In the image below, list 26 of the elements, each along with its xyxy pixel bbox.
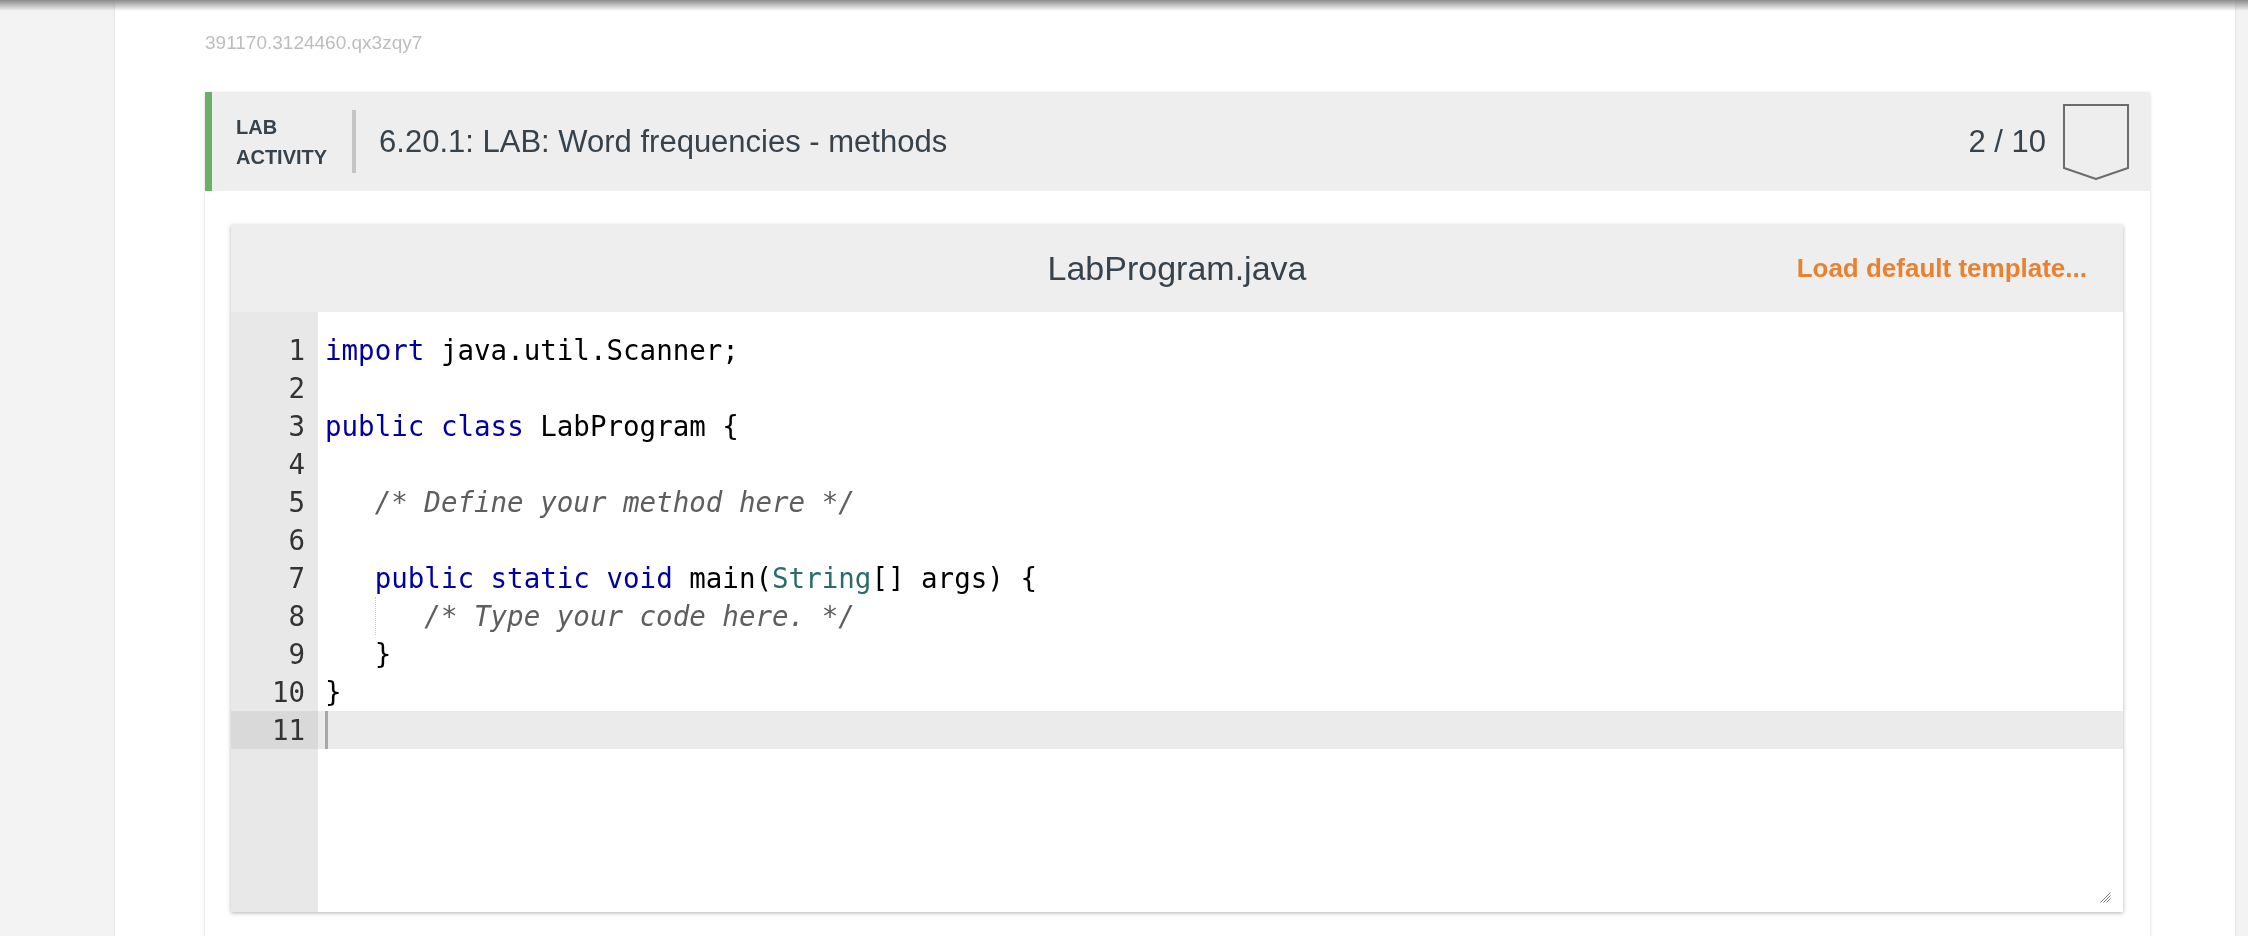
line-number: 10 (270, 675, 306, 710)
line-number: 9 (287, 637, 306, 672)
resize-handle-icon[interactable] (2100, 892, 2111, 903)
file-name: LabProgram.java (1047, 249, 1307, 288)
text-cursor (325, 711, 328, 749)
line-number: 3 (287, 409, 306, 444)
line-number: 11 (231, 711, 318, 749)
code-line: public class LabProgram { (325, 410, 739, 442)
line-number: 7 (287, 561, 306, 596)
line-number: 4 (287, 447, 306, 482)
activity-title: 6.20.1: LAB: Word frequencies - methods (379, 123, 949, 160)
line-number: 1 (287, 333, 306, 368)
activity-type-label: LAB ACTIVITY (236, 114, 328, 170)
code-line: } (374, 638, 392, 670)
score-text: 2 / 10 (1968, 123, 2046, 160)
line-number: 5 (287, 485, 306, 520)
code-line: import java.util.Scanner; (325, 334, 739, 366)
code-line: /* Define your method here */ (374, 486, 855, 518)
code-line: public static void main(String[] args) { (374, 562, 1037, 594)
line-number: 2 (287, 371, 306, 406)
code-line: } (325, 676, 342, 708)
line-number: 8 (287, 599, 306, 634)
line-number: 6 (287, 523, 306, 558)
activity-id: 391170.3124460.qx3zqy7 (205, 32, 423, 54)
code-input-area[interactable]: import java.util.Scanner; public class LabProgram { /* Define your method here */ public static void main(String[] args) { /* Type your code here. */ } } (318, 312, 2123, 912)
code-line: /* Type your code here. */ (424, 600, 855, 632)
